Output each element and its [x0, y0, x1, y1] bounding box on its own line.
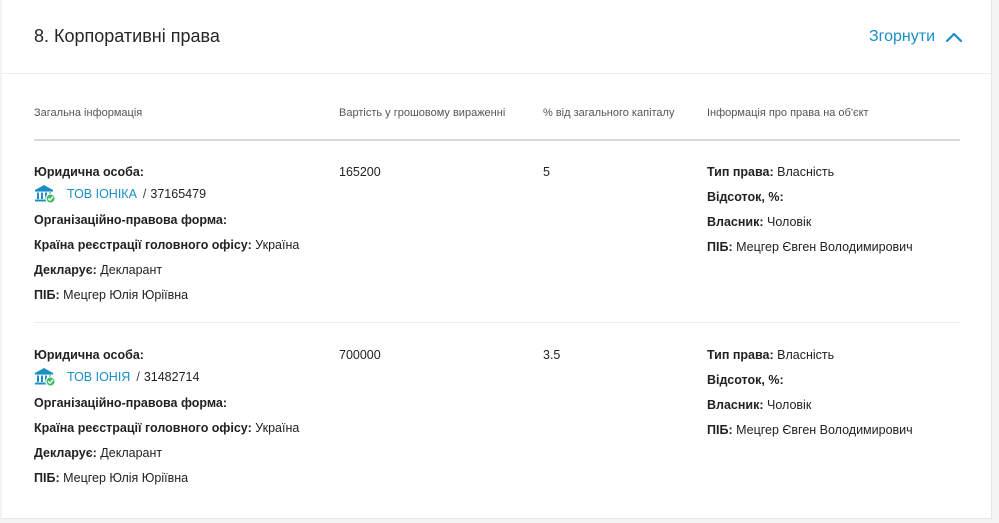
legal-entity-link[interactable]: ТОВ ІОНІКА — [67, 182, 137, 207]
capital-percent-cell: 3.5 — [543, 343, 560, 368]
org-form-label: Організаційно-правова форма: — [34, 213, 228, 227]
declarant-label: Декларує: — [34, 263, 97, 277]
value-cell: 165200 — [339, 160, 381, 185]
column-header-general: Загальна інформація — [34, 107, 143, 119]
value-amount: 165200 — [339, 165, 381, 179]
table-row: Юридична особа: ТОВ ІОНІКА / 37165479 Ор… — [34, 160, 960, 323]
bank-building-icon — [35, 185, 56, 204]
legal-entity-label: Юридична особа: — [34, 348, 144, 362]
owner-pib-value: Мецгер Євген Володимирович — [736, 240, 913, 254]
country-label: Країна реєстрації головного офісу: — [34, 421, 252, 435]
owner-label: Власник: — [707, 215, 764, 229]
country-label: Країна реєстрації головного офісу: — [34, 238, 252, 252]
check-badge-icon — [45, 193, 56, 204]
right-type-value: Власність — [777, 348, 835, 362]
value-cell: 700000 — [339, 343, 381, 368]
rights-info-cell: Тип права: Власність Відсоток, %: Власни… — [707, 160, 913, 260]
section-header: 8. Корпоративні права Згорнути — [2, 0, 991, 74]
general-info-cell: Юридична особа: ТОВ ІОНІЯ / 31482714 Орг… — [34, 343, 299, 491]
check-badge-icon — [45, 376, 56, 387]
collapse-label: Згорнути — [868, 28, 935, 45]
country-value: Україна — [255, 238, 300, 252]
right-type-label: Тип права: — [707, 165, 774, 179]
pib-label: ПІБ: — [34, 471, 60, 485]
org-form-label: Організаційно-правова форма: — [34, 396, 228, 410]
capital-percent-value: 3.5 — [543, 348, 561, 362]
owner-pib-label: ПІБ: — [707, 423, 733, 437]
value-amount: 700000 — [339, 348, 381, 362]
section-title: 8. Корпоративні права — [34, 26, 220, 46]
owner-value: Чоловік — [767, 215, 812, 229]
collapse-button[interactable]: Згорнути — [869, 28, 963, 46]
pib-value: Мецгер Юлія Юріївна — [63, 288, 189, 302]
table-header: Загальна інформація Вартість у грошовому… — [34, 107, 960, 141]
column-header-capital-percent: % від загального капіталу — [543, 107, 675, 119]
legal-entity-label: Юридична особа: — [34, 165, 144, 179]
owner-value: Чоловік — [767, 398, 812, 412]
pib-label: ПІБ: — [34, 288, 60, 302]
percent-label: Відсоток, %: — [707, 373, 784, 387]
right-type-label: Тип права: — [707, 348, 774, 362]
column-header-rights-info: Інформація про права на об'єкт — [707, 107, 869, 119]
legal-entity-link[interactable]: ТОВ ІОНІЯ — [67, 365, 130, 390]
country-value: Україна — [255, 421, 300, 435]
capital-percent-cell: 5 — [543, 160, 550, 185]
right-type-value: Власність — [777, 165, 835, 179]
declarant-value: Декларант — [100, 263, 163, 277]
capital-percent-value: 5 — [543, 165, 550, 179]
rights-info-cell: Тип права: Власність Відсоток, %: Власни… — [707, 343, 913, 443]
bank-building-icon — [35, 368, 56, 387]
table-row: Юридична особа: ТОВ ІОНІЯ / 31482714 Орг… — [34, 343, 960, 493]
legal-entity-code: 37165479 — [150, 186, 207, 201]
legal-entity-code: 31482714 — [143, 369, 200, 384]
pib-value: Мецгер Юлія Юріївна — [63, 471, 189, 485]
legal-entity: ТОВ ІОНІЯ / 31482714 — [34, 366, 299, 388]
general-info-cell: Юридична особа: ТОВ ІОНІКА / 37165479 Ор… — [34, 160, 299, 308]
owner-pib-label: ПІБ: — [707, 240, 733, 254]
declarant-label: Декларує: — [34, 446, 97, 460]
owner-pib-value: Мецгер Євген Володимирович — [736, 423, 913, 437]
percent-label: Відсоток, %: — [707, 190, 784, 204]
chevron-up-icon — [945, 32, 963, 43]
legal-entity: ТОВ ІОНІКА / 37165479 — [34, 183, 299, 205]
owner-label: Власник: — [707, 398, 764, 412]
column-header-value: Вартість у грошовому вираженні — [339, 107, 506, 119]
corporate-rights-card: 8. Корпоративні права Згорнути Загальна … — [2, 0, 992, 519]
declarant-value: Декларант — [100, 446, 163, 460]
